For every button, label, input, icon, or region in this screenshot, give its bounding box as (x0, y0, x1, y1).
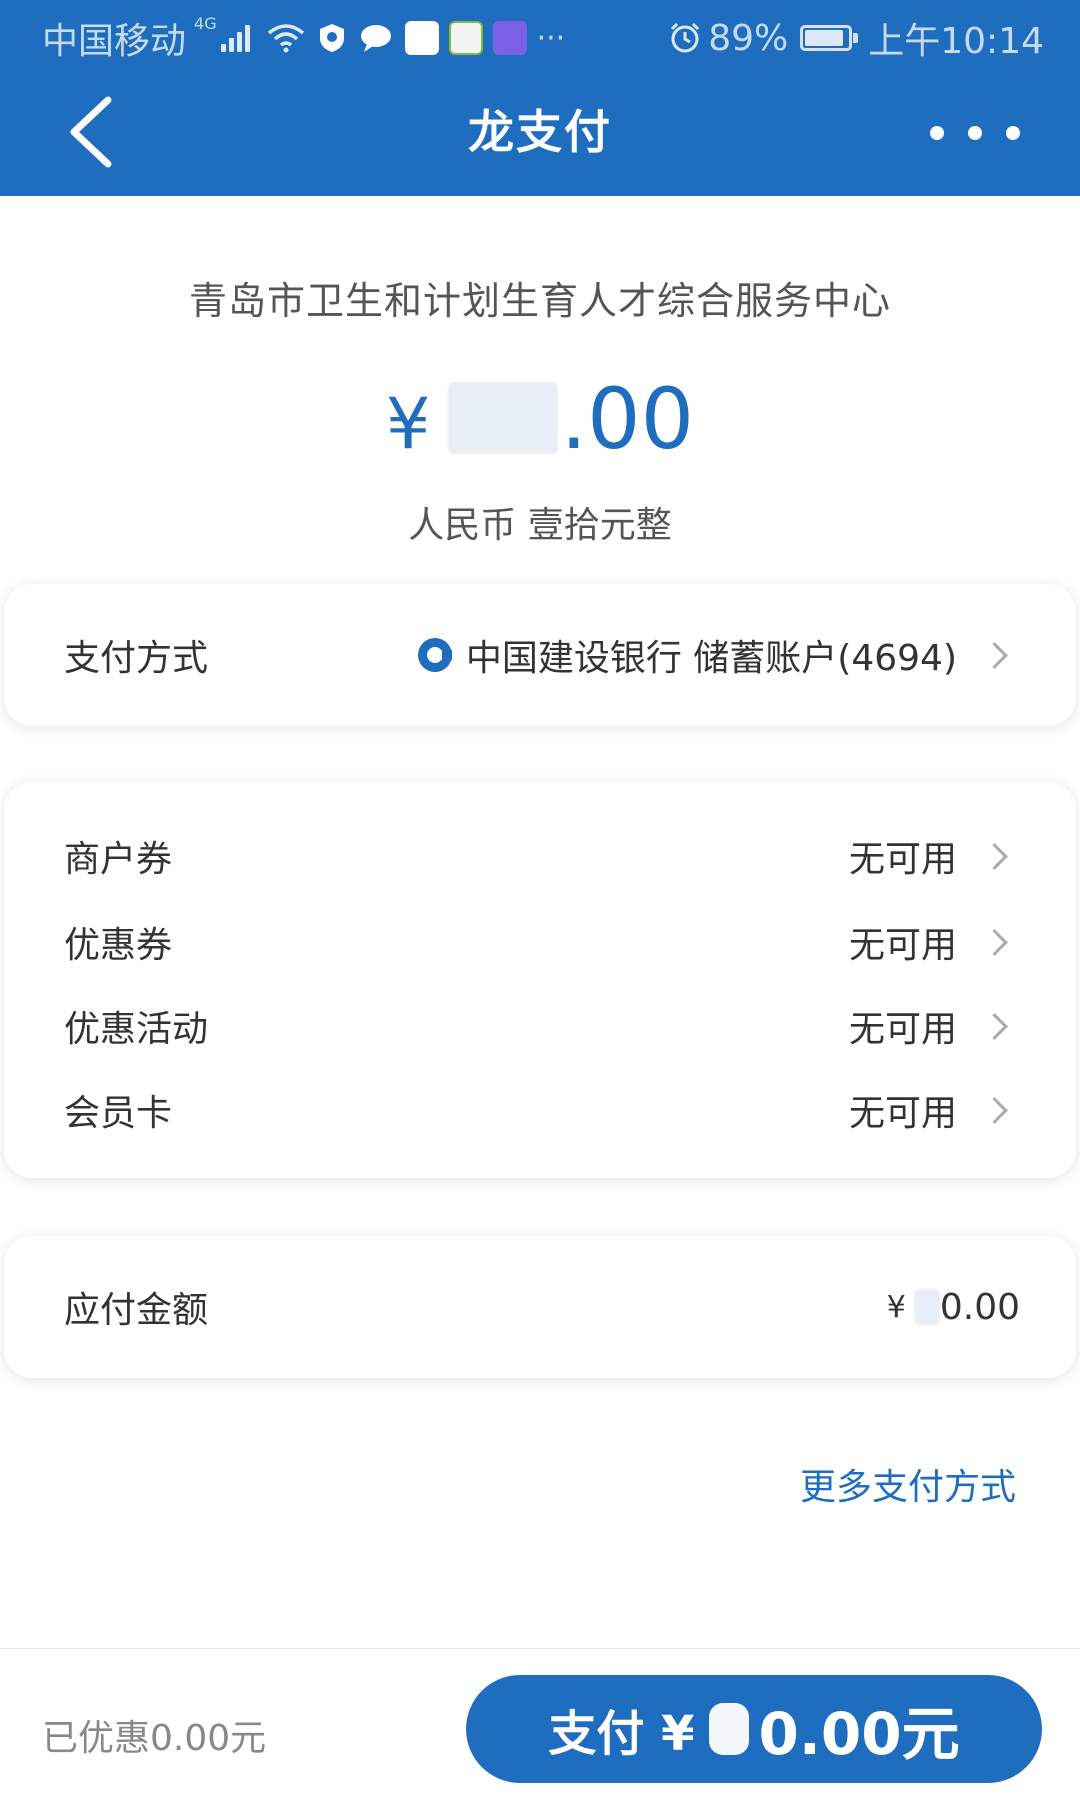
dot-icon (930, 126, 944, 140)
discount-label: 优惠活动 (64, 1009, 209, 1050)
pay-prefix: 支付 ¥ (548, 1706, 695, 1762)
amount-fraction: .00 (560, 370, 695, 468)
battery-percent: 89% (708, 17, 789, 59)
discount-value-wrap: 无可用 (848, 1000, 1008, 1052)
bottom-bar: 已优惠0.00元 支付 ¥ 0.00元 (0, 1648, 1080, 1801)
discount-label: 会员卡 (64, 1093, 173, 1134)
more-options-button[interactable] (930, 120, 1020, 146)
discount-value: 无可用 (848, 839, 957, 880)
alarm-icon (671, 22, 700, 53)
video-app-icon (448, 21, 483, 55)
nav-bar: 龙支付 (0, 68, 1080, 196)
pay-amount: 0.00元 (758, 1700, 960, 1768)
discount-row[interactable]: 商户券 无可用 (64, 826, 1008, 886)
discount-row[interactable]: 优惠活动 无可用 (64, 996, 1008, 1056)
baidu-app-icon (404, 21, 439, 55)
discount-value: 无可用 (848, 925, 957, 966)
carrier-name: 中国移动 (42, 21, 187, 62)
network-type: 4G (194, 14, 217, 33)
amount-in-words: 人民币 壹拾元整 (408, 505, 672, 546)
payment-method-label: 支付方式 (64, 638, 209, 679)
dot-icon (1006, 126, 1020, 140)
dot-icon (968, 126, 982, 140)
shield-icon (319, 24, 344, 52)
payment-method-row[interactable]: 支付方式 中国建设银行 储蓄账户(4694) (64, 625, 1008, 685)
discount-label: 商户券 (64, 839, 173, 880)
chevron-right-icon (981, 1096, 1008, 1124)
payable-label: 应付金额 (64, 1290, 209, 1331)
payable-card: 应付金额 ¥ 0.00 (4, 1236, 1076, 1378)
discounts-card: 商户券 无可用 优惠券 无可用 优惠活动 无可用 会员卡 无可用 (4, 782, 1076, 1178)
redacted-digits (708, 1703, 749, 1755)
more-payment-methods-link[interactable]: 更多支付方式 (800, 1458, 1016, 1510)
payable-amount: 0.00 (939, 1286, 1020, 1328)
payable-row: 应付金额 ¥ 0.00 (64, 1277, 1020, 1337)
page-title: 龙支付 (468, 105, 612, 159)
education-app-icon (492, 21, 527, 55)
pay-button[interactable]: 支付 ¥ 0.00元 (466, 1675, 1042, 1783)
saved-amount: 已优惠0.00元 (42, 1718, 267, 1759)
bank-account-text: 中国建设银行 储蓄账户(4694) (465, 638, 957, 679)
discount-value-wrap: 无可用 (848, 1084, 1008, 1136)
discount-row[interactable]: 会员卡 无可用 (64, 1080, 1008, 1140)
wifi-icon (267, 24, 304, 53)
discount-value-wrap: 无可用 (848, 830, 1008, 882)
redacted-digits (448, 382, 559, 454)
chevron-right-icon (981, 1012, 1008, 1040)
more-notifications-icon: ··· (536, 20, 566, 56)
signal-icon (220, 24, 253, 52)
discount-value: 无可用 (848, 1009, 957, 1050)
message-icon (360, 25, 391, 52)
payment-method-card[interactable]: 支付方式 中国建设银行 储蓄账户(4694) (4, 584, 1076, 726)
chevron-right-icon (981, 842, 1008, 870)
discount-row[interactable]: 优惠券 无可用 (64, 912, 1008, 972)
discount-value-wrap: 无可用 (848, 916, 1008, 968)
battery-icon (800, 25, 859, 51)
discount-label: 优惠券 (64, 925, 173, 966)
payment-amount: ¥ .00 (0, 370, 1080, 468)
merchant-name: 青岛市卫生和计划生育人才综合服务中心 (188, 279, 891, 323)
status-right: 89% 上午10:14 (668, 12, 1044, 64)
payable-currency: ¥ (886, 1289, 906, 1325)
status-left: 中国移动 4G ··· (42, 12, 565, 64)
payable-value: ¥ 0.00 (887, 1287, 1020, 1328)
chevron-right-icon (981, 641, 1008, 669)
redacted-digits (913, 1289, 940, 1325)
payment-method-value: 中国建设银行 储蓄账户(4694) (417, 629, 1008, 681)
bank-logo-icon (417, 638, 452, 672)
currency-symbol: ¥ (385, 383, 431, 465)
chevron-right-icon (981, 928, 1008, 956)
clock: 上午10:14 (868, 21, 1044, 62)
discount-value: 无可用 (848, 1093, 957, 1134)
battery-fill (805, 30, 843, 46)
status-bar: 中国移动 4G ··· 89% 上午10:14 (0, 0, 1080, 68)
